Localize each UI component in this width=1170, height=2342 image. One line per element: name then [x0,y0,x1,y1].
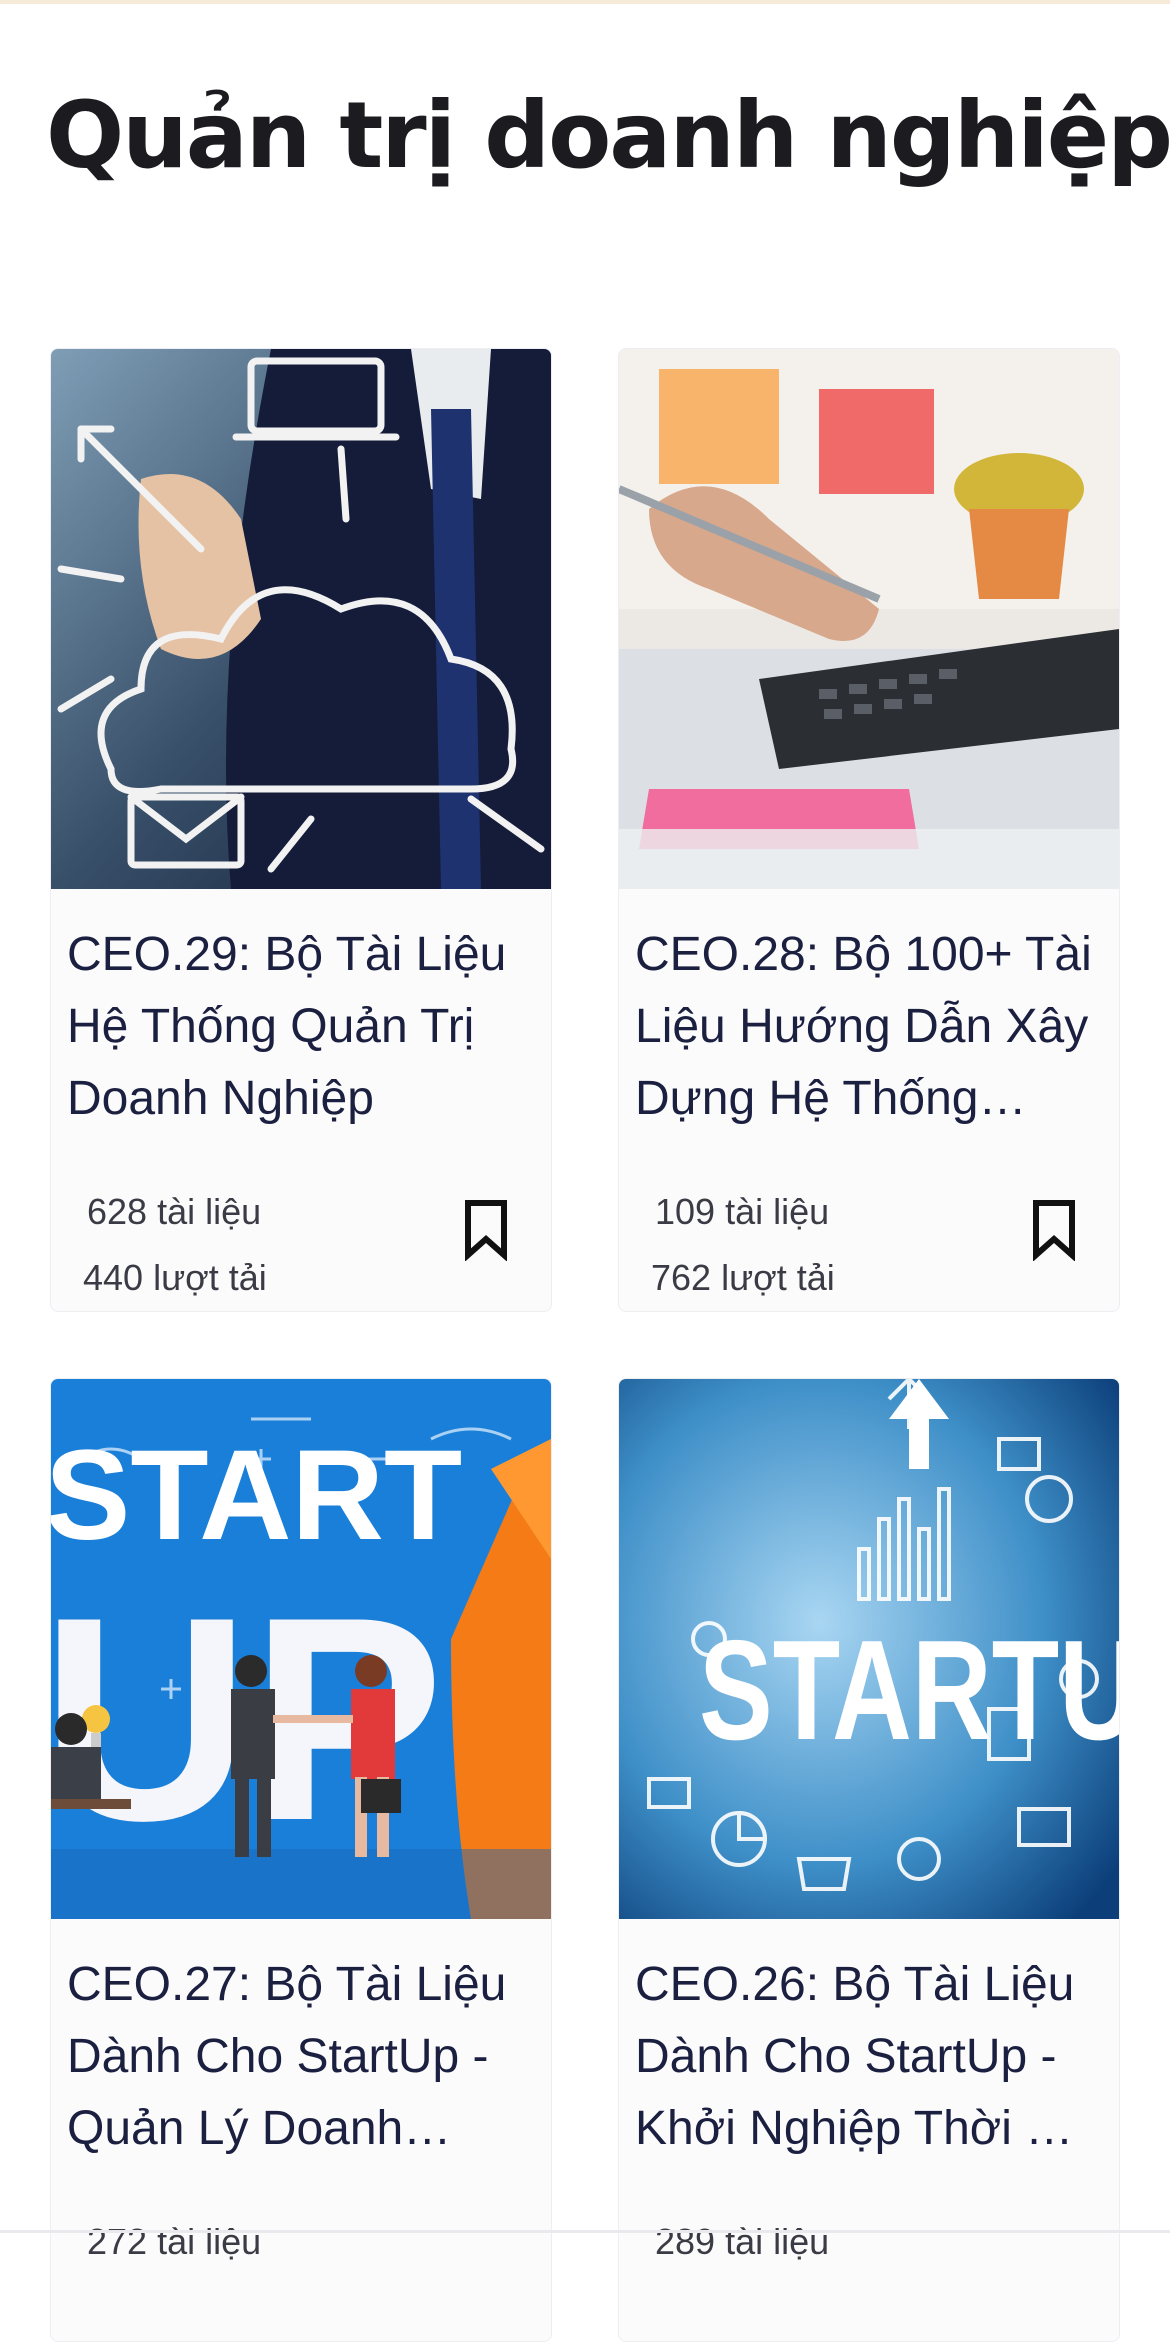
doc-count: 628 tài liệu [87,1191,262,1232]
card-stats: 628 tài liệu 440 lượt tải [83,1179,267,1311]
section-title: Quản trị doanh nghiệp [46,82,1170,189]
doc-count: 109 tài liệu [655,1191,830,1232]
doc-count: 272 tài liệu [87,2221,262,2262]
bottom-divider [0,2230,1170,2233]
download-count: 440 lượt tải [83,1257,267,1298]
doc-count: 289 tài liệu [655,2221,830,2262]
card-title[interactable]: CEO.28: Bộ 100+ Tài Liệu Hướng Dẫn Xây D… [635,919,1105,1135]
card-title[interactable]: CEO.26: Bộ Tài Liệu Dành Cho StartUp - K… [635,1949,1105,2165]
card-stats: 272 tài liệu [87,2209,261,2275]
card-image-business-cloud[interactable] [51,349,551,889]
card-image-calculator[interactable] [619,349,1119,889]
document-card[interactable]: CEO.29: Bộ Tài Liệu Hệ Thống Quản Trị Do… [50,348,552,1312]
image-text-start: START [51,1424,462,1567]
card-image-startup[interactable]: START UP [51,1379,551,1919]
bookmark-icon[interactable] [1031,1199,1077,1261]
top-strip [0,0,1170,4]
download-count: 762 lượt tải [651,1257,835,1298]
card-title[interactable]: CEO.29: Bộ Tài Liệu Hệ Thống Quản Trị Do… [67,919,537,1135]
bookmark-icon[interactable] [463,1199,509,1261]
card-title[interactable]: CEO.27: Bộ Tài Liệu Dành Cho StartUp - Q… [67,1949,537,2165]
document-card[interactable]: STARTU CEO.26: Bộ Tài Liệu Dành Cho Star… [618,1378,1120,2342]
document-card[interactable]: CEO.28: Bộ 100+ Tài Liệu Hướng Dẫn Xây D… [618,348,1120,1312]
document-card[interactable]: START UP CEO.27: Bộ Tài Liệu Dành Cho St… [50,1378,552,2342]
card-image-startup-tech[interactable]: STARTU [619,1379,1119,1919]
card-stats: 289 tài liệu [655,2209,829,2275]
image-text-startup: STARTU [699,1611,1119,1770]
card-stats: 109 tài liệu 762 lượt tải [651,1179,835,1311]
